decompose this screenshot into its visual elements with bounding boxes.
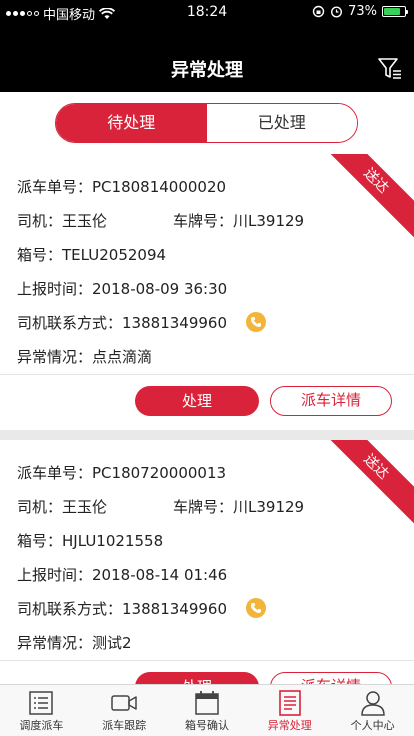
status-segmented-control: 待处理 已处理	[55, 103, 358, 143]
document-icon	[278, 690, 301, 716]
battery-icon	[382, 6, 408, 17]
page-title: 异常处理	[171, 60, 243, 81]
box-label: 箱号：	[17, 246, 63, 264]
tab-box-confirm[interactable]: 箱号确认	[166, 685, 249, 736]
box-row: 箱号：HJLU1021558	[0, 524, 414, 558]
phone-number[interactable]: 13881349960	[122, 600, 227, 618]
card-actions: 处理 派车详情	[0, 375, 414, 430]
segment-done[interactable]: 已处理	[206, 104, 357, 142]
battery-percent: 73%	[348, 4, 377, 19]
box-label: 箱号：	[17, 532, 63, 550]
alarm-icon	[331, 6, 343, 18]
bottom-tab-bar: 调度派车 派车跟踪 箱号确认 异常处理 个人中心	[0, 684, 414, 736]
dispatch-number: PC180814000020	[92, 178, 227, 196]
tab-label: 调度派车	[19, 719, 64, 732]
rotation-lock-icon	[312, 5, 325, 18]
plate-number: 川L39129	[233, 498, 305, 516]
driver-name: 王玉伦	[62, 212, 108, 230]
card-fields: 派车单号：PC180720000013 司机：王玉伦 车牌号：川L39129 箱…	[0, 440, 414, 660]
anomaly-label: 异常情况：	[17, 634, 93, 652]
nav-bar: 异常处理	[0, 24, 414, 92]
phone-row: 司机联系方式：13881349960	[0, 306, 414, 340]
phone-label: 司机联系方式：	[17, 600, 123, 618]
report-time-row: 上报时间：2018-08-14 01:46	[0, 558, 414, 592]
phone-number[interactable]: 13881349960	[122, 314, 227, 332]
tab-tracking[interactable]: 派车跟踪	[83, 685, 166, 736]
plate-group: 车牌号：川L39129	[173, 490, 304, 524]
card-actions: 处理 派车详情	[0, 661, 414, 684]
phone-icon[interactable]	[245, 597, 266, 618]
filter-icon[interactable]	[378, 58, 402, 80]
handle-button[interactable]: 处理	[135, 672, 259, 684]
video-icon	[111, 695, 137, 711]
tab-label: 派车跟踪	[102, 719, 147, 732]
dispatch-row: 派车单号：PC180720000013	[0, 456, 414, 490]
calendar-icon	[195, 691, 219, 715]
card-fields: 派车单号：PC180814000020 司机：王玉伦 车牌号：川L39129 箱…	[0, 154, 414, 374]
anomaly-row: 异常情况：点点滴滴	[0, 340, 414, 374]
plate-label: 车牌号：	[173, 212, 234, 230]
person-icon	[360, 691, 385, 716]
phone-icon[interactable]	[245, 311, 266, 332]
dispatch-detail-button[interactable]: 派车详情	[270, 386, 392, 416]
dispatch-row: 派车单号：PC180814000020	[0, 170, 414, 204]
tab-dispatch[interactable]: 调度派车	[0, 685, 83, 736]
driver-name: 王玉伦	[62, 498, 108, 516]
driver-label: 司机：	[17, 212, 63, 230]
segment-pending[interactable]: 待处理	[56, 104, 207, 142]
status-right: 73%	[312, 4, 408, 19]
tab-label: 箱号确认	[184, 719, 229, 732]
handle-button[interactable]: 处理	[135, 386, 259, 416]
report-time-row: 上报时间：2018-08-09 36:30	[0, 272, 414, 306]
box-number: TELU2052094	[62, 246, 167, 264]
report-time: 2018-08-14 01:46	[92, 566, 228, 584]
anomaly-text: 测试2	[92, 634, 132, 652]
report-time: 2018-08-09 36:30	[92, 280, 228, 298]
phone-row: 司机联系方式：13881349960	[0, 592, 414, 626]
dispatch-detail-button[interactable]: 派车详情	[270, 672, 392, 684]
driver-row: 司机：王玉伦 车牌号：川L39129	[0, 490, 414, 524]
tab-label: 个人中心	[350, 719, 395, 732]
dispatch-label: 派车单号：	[17, 464, 93, 482]
anomaly-text: 点点滴滴	[92, 348, 153, 366]
plate-label: 车牌号：	[173, 498, 234, 516]
box-row: 箱号：TELU2052094	[0, 238, 414, 272]
anomaly-list[interactable]: 送达 派车单号：PC180814000020 司机：王玉伦 车牌号：川L3912…	[0, 154, 414, 684]
report-time-label: 上报时间：	[17, 566, 93, 584]
tab-profile[interactable]: 个人中心	[331, 685, 414, 736]
dispatch-number: PC180720000013	[92, 464, 227, 482]
status-bar: 中国移动 18:24 73%	[0, 0, 414, 24]
box-number: HJLU1021558	[62, 532, 164, 550]
anomaly-row: 异常情况：测试2	[0, 626, 414, 660]
dispatch-label: 派车单号：	[17, 178, 93, 196]
anomaly-label: 异常情况：	[17, 348, 93, 366]
anomaly-card: 送达 派车单号：PC180814000020 司机：王玉伦 车牌号：川L3912…	[0, 154, 414, 430]
tab-anomaly[interactable]: 异常处理	[248, 685, 331, 736]
tab-label: 异常处理	[267, 719, 312, 732]
phone-label: 司机联系方式：	[17, 314, 123, 332]
segment-bar: 待处理 已处理	[0, 92, 414, 154]
driver-label: 司机：	[17, 498, 63, 516]
anomaly-card: 送达 派车单号：PC180720000013 司机：王玉伦 车牌号：川L3912…	[0, 440, 414, 684]
plate-group: 车牌号：川L39129	[173, 204, 304, 238]
list-icon	[29, 691, 54, 715]
report-time-label: 上报时间：	[17, 280, 93, 298]
plate-number: 川L39129	[233, 212, 305, 230]
driver-row: 司机：王玉伦 车牌号：川L39129	[0, 204, 414, 238]
